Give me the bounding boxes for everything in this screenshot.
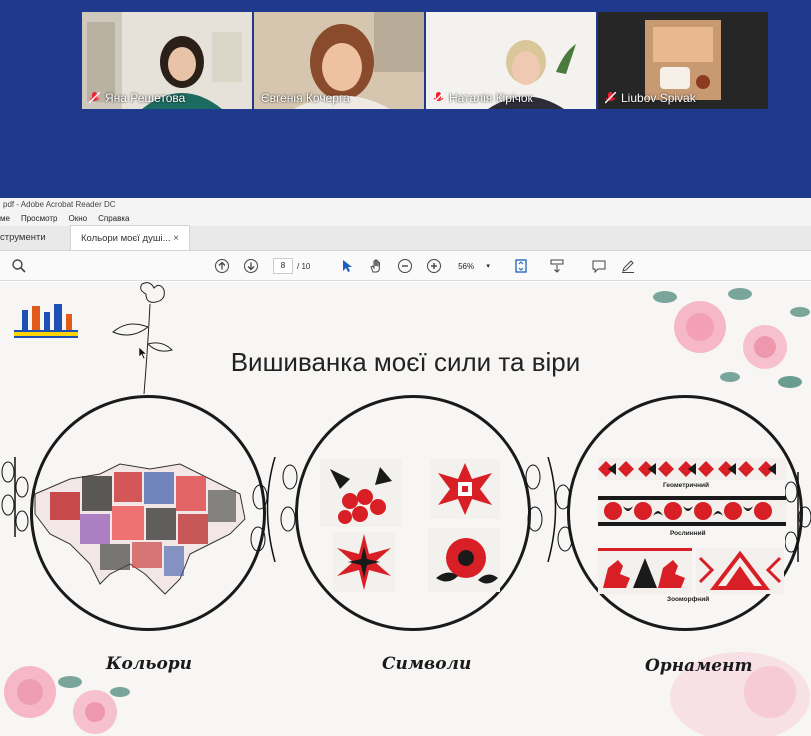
- star-rosette-symbol: [333, 532, 395, 592]
- pdf-page: Вишиванка моєї сили та віри Геометричний…: [0, 282, 811, 736]
- tab-tools-label: струменти: [0, 232, 46, 243]
- slide-title: Вишиванка моєї сили та віри: [230, 347, 581, 377]
- tab-document-label: Кольори моєї душі...: [81, 232, 171, 244]
- participant-tile-active-speaker[interactable]: Євгенія Кочерга: [254, 12, 424, 109]
- rose-sketch-illustration: [108, 282, 183, 397]
- zoom-value: 56%: [458, 261, 475, 271]
- caption-colors: Кольори: [106, 654, 193, 674]
- hand-tool-icon[interactable]: [367, 257, 385, 275]
- leaf-branch-center-right: [513, 456, 583, 563]
- zoom-select[interactable]: 56% ▾: [452, 258, 496, 274]
- scroll-mode-icon[interactable]: [548, 257, 566, 275]
- page-number-input[interactable]: 8: [273, 258, 293, 274]
- comment-icon[interactable]: [590, 257, 608, 275]
- geometric-label: Геометричний: [663, 482, 710, 489]
- embroidered-ukraine-map: [30, 454, 250, 604]
- zoomorphic-ornament-birds: [598, 548, 692, 594]
- geometric-ornament-strip: [598, 458, 786, 480]
- fit-page-icon[interactable]: [512, 257, 530, 275]
- menu-item-view[interactable]: Просмотр: [21, 214, 58, 223]
- acrobat-reader-window: pdf - Adobe Acrobat Reader DC ме Просмот…: [0, 198, 811, 736]
- zoomorphic-ornament-pattern: [696, 548, 784, 594]
- menu-bar: ме Просмотр Окно Справка: [0, 211, 811, 226]
- menu-item-window[interactable]: Окно: [69, 214, 88, 223]
- floral-label: Рослинний: [670, 530, 706, 537]
- participant-tile[interactable]: Наталія Кірічок: [426, 12, 596, 109]
- search-icon[interactable]: [10, 257, 28, 275]
- close-icon[interactable]: ×: [173, 233, 179, 244]
- tab-bar: струменти Кольори моєї душі... ×: [0, 225, 811, 251]
- muted-microphone-icon: [89, 92, 100, 104]
- next-page-icon[interactable]: [242, 257, 260, 275]
- participant-name-text: Яна Решетова: [105, 91, 186, 105]
- zoomorphic-label: Зооморфний: [667, 596, 710, 603]
- window-title: pdf - Adobe Acrobat Reader DC: [0, 198, 811, 211]
- participant-name: Liubov Spivak: [605, 91, 696, 105]
- chevron-down-icon: ▾: [486, 263, 490, 270]
- previous-page-icon[interactable]: [213, 257, 231, 275]
- participant-name-text: Liubov Spivak: [621, 91, 696, 105]
- participant-name: Наталія Кірічок: [433, 91, 533, 105]
- highlight-pen-icon[interactable]: [619, 257, 637, 275]
- tab-document[interactable]: Кольори моєї душі... ×: [70, 225, 190, 250]
- tab-tools[interactable]: струменти: [0, 225, 70, 250]
- poppy-flower-symbol: [428, 528, 500, 592]
- viburnum-symbol: [320, 459, 402, 527]
- participant-name: Яна Решетова: [89, 91, 185, 105]
- participant-name-text: Євгенія Кочерга: [261, 91, 350, 105]
- video-conference-panel: Яна Решетова Євгенія Кочерга Наталія Кір…: [0, 0, 811, 197]
- school-logo: [14, 302, 78, 340]
- flower-decoration-bottom-right: [610, 637, 811, 736]
- menu-item-help[interactable]: Справка: [98, 214, 129, 223]
- muted-microphone-icon: [605, 92, 616, 104]
- zoom-in-icon[interactable]: [425, 257, 443, 275]
- caption-symbols: Символи: [382, 654, 472, 674]
- participant-name: Євгенія Кочерга: [261, 91, 350, 105]
- menu-item-file[interactable]: ме: [0, 214, 10, 223]
- flower-decoration-top-right: [640, 282, 811, 407]
- caption-ornament: Орнамент: [645, 656, 753, 676]
- toolbar: 8 / 10 56% ▾: [0, 251, 811, 281]
- floral-ornament-strip: [598, 496, 786, 526]
- muted-microphone-icon: [433, 92, 444, 104]
- participant-tile[interactable]: Яна Решетова: [82, 12, 252, 109]
- participant-name-text: Наталія Кірічок: [449, 91, 533, 105]
- page-total: / 10: [297, 262, 311, 271]
- leaf-branch-center-left: [240, 456, 310, 563]
- zoom-out-icon[interactable]: [396, 257, 414, 275]
- participant-strip: Яна Решетова Євгенія Кочерга Наталія Кір…: [82, 12, 769, 109]
- select-cursor-icon[interactable]: [338, 257, 356, 275]
- participant-tile[interactable]: Liubov Spivak: [598, 12, 768, 109]
- mouse-cursor-icon: [138, 346, 148, 360]
- leaf-branch-right: [784, 472, 811, 562]
- eight-point-star-symbol: [430, 459, 500, 519]
- leaf-branch-left: [0, 457, 30, 537]
